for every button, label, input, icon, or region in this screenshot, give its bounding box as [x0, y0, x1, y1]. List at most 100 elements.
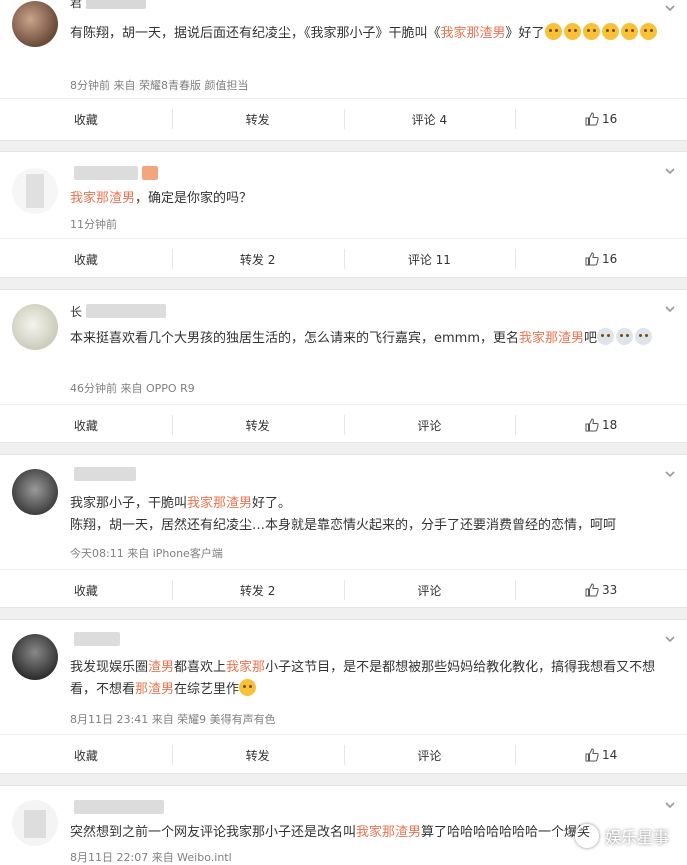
thumbs-up-icon	[585, 112, 599, 126]
comment-text: 我发现娱乐圈渣男都喜欢上我家那小子这节目，是不是都想被那些妈妈给教化教化，搞得我…	[70, 660, 656, 697]
emoji-icon	[616, 328, 634, 345]
hashtag-link[interactable]: 那渣男	[135, 682, 174, 697]
like-count: 16	[601, 112, 618, 126]
emoji-icon	[239, 679, 257, 696]
emoji-icon	[639, 23, 657, 40]
hashtag-link[interactable]: 我家那渣男	[187, 496, 252, 511]
thumbs-up-icon	[585, 252, 599, 266]
repost-button[interactable]: 转发	[171, 405, 344, 445]
comment-meta: 8月11日 22:07 来自 Weibo.intl	[70, 851, 232, 864]
emoji-icon	[544, 23, 562, 40]
comment-card: 长 本来挺喜欢看几个大男孩的独居生活的，怎么请来的飞行嘉宾，emmm，更名我家那…	[0, 289, 687, 443]
repost-button[interactable]: 转发 2	[171, 239, 344, 279]
comment-meta: 46分钟前 来自 OPPO R9	[70, 382, 195, 395]
collect-button[interactable]: 收藏	[0, 735, 172, 775]
user-name-text[interactable]: 长	[70, 303, 82, 320]
comment-text: 有陈翔，胡一天，据说后面还有纪凌尘，《我家那小子》干脆叫《我家那渣男》好了	[70, 23, 667, 45]
emoji-icon	[635, 328, 653, 345]
thumbs-up-icon	[585, 418, 599, 432]
repost-button[interactable]: 转发	[171, 99, 344, 139]
comment-meta: 11分钟前	[70, 218, 117, 231]
like-count: 33	[601, 583, 618, 597]
avatar[interactable]	[12, 469, 58, 515]
like-count: 14	[601, 748, 618, 762]
blurred-name	[74, 800, 164, 814]
emoji-icon	[601, 23, 619, 40]
avatar[interactable]	[12, 800, 58, 846]
hashtag-link[interactable]: 渣男	[148, 660, 174, 675]
comment-card: 我家那渣男，确定是你家的吗？ 11分钟前 收藏 转发 2 评论 11 16	[0, 151, 687, 278]
comment-button[interactable]: 评论 11	[343, 239, 516, 279]
comment-text: 我家那渣男，确定是你家的吗？	[70, 191, 253, 206]
user-name[interactable]	[70, 166, 158, 180]
avatar[interactable]	[12, 168, 58, 214]
comment-card: 君 有陈翔，胡一天，据说后面还有纪凌尘，《我家那小子》干脆叫《我家那渣男》好了 …	[0, 0, 687, 141]
repost-button[interactable]: 转发 2	[171, 570, 344, 610]
action-bar: 收藏 转发 2 评论 11 16	[0, 238, 687, 279]
comment-text: 本来挺喜欢看几个大男孩的独居生活的，怎么请来的飞行嘉宾，emmm，更名我家那渣男…	[70, 328, 667, 350]
watermark-text: 娱乐星事	[604, 828, 669, 847]
user-name[interactable]	[70, 467, 136, 481]
action-bar: 收藏 转发 评论 14	[0, 734, 687, 775]
comment-meta: 8月11日 23:41 来自 荣耀9 美得有声有色	[70, 713, 276, 726]
action-bar: 收藏 转发 2 评论 33	[0, 569, 687, 610]
collect-button[interactable]: 收藏	[0, 405, 172, 445]
like-button[interactable]: 14	[515, 735, 687, 775]
blurred-name	[74, 467, 136, 481]
user-name[interactable]	[70, 800, 164, 814]
hashtag-link[interactable]: 我家那渣男	[70, 191, 135, 206]
comment-text: 我家那小子，干脆叫我家那渣男好了。 陈翔，胡一天，居然还有纪凌尘…本身就是靠恋情…	[70, 496, 617, 533]
like-button[interactable]: 33	[515, 570, 687, 610]
user-name-text[interactable]: 君	[70, 0, 82, 11]
chevron-down-icon[interactable]	[665, 634, 675, 644]
like-button[interactable]: 16	[515, 239, 687, 279]
collect-button[interactable]: 收藏	[0, 570, 172, 610]
like-count: 16	[601, 252, 618, 266]
blurred-name	[74, 632, 120, 646]
comment-button[interactable]: 评论	[343, 405, 516, 445]
blurred-name	[74, 166, 138, 180]
chevron-down-icon[interactable]	[665, 800, 675, 810]
avatar[interactable]	[12, 1, 58, 47]
weibo-logo-icon	[574, 824, 599, 848]
user-name[interactable]	[70, 632, 120, 646]
chevron-down-icon[interactable]	[665, 469, 675, 479]
avatar[interactable]	[12, 634, 58, 680]
comment-meta: 8分钟前 来自 荣耀8青春版 颜值担当	[70, 79, 249, 92]
action-bar: 收藏 转发 评论 18	[0, 404, 687, 445]
action-bar: 收藏 转发 评论 4 16	[0, 98, 687, 139]
avatar[interactable]	[12, 304, 58, 350]
chevron-down-icon[interactable]	[665, 166, 675, 176]
like-count: 18	[601, 418, 618, 432]
comment-card: 我家那小子，干脆叫我家那渣男好了。 陈翔，胡一天，居然还有纪凌尘…本身就是靠恋情…	[0, 454, 687, 608]
thumbs-up-icon	[585, 748, 599, 762]
avatar-blur	[24, 810, 46, 838]
blurred-name	[86, 304, 167, 318]
comment-meta: 今天08:11 来自 iPhone客户端	[70, 547, 223, 560]
hashtag-link[interactable]: 我家那渣男	[519, 331, 584, 346]
avatar-blur	[26, 174, 44, 208]
repost-button[interactable]: 转发	[171, 735, 344, 775]
hashtag-link[interactable]: 我家那	[226, 660, 265, 675]
comment-button[interactable]: 评论	[343, 570, 516, 610]
comment-button[interactable]: 评论	[343, 735, 516, 775]
user-name[interactable]: 君	[70, 0, 147, 11]
collect-button[interactable]: 收藏	[0, 239, 172, 279]
comment-card: 我发现娱乐圈渣男都喜欢上我家那小子这节目，是不是都想被那些妈妈给教化教化，搞得我…	[0, 619, 687, 774]
comment-button[interactable]: 评论 4	[343, 99, 516, 139]
chevron-down-icon[interactable]	[665, 304, 675, 314]
like-button[interactable]: 18	[515, 405, 687, 445]
emoji-icon	[582, 23, 600, 40]
user-name[interactable]: 长	[70, 303, 167, 320]
chevron-down-icon[interactable]	[665, 3, 675, 13]
blurred-name	[86, 0, 147, 9]
emoji-icon	[620, 23, 638, 40]
emoji-icon	[597, 328, 615, 345]
like-button[interactable]: 16	[515, 99, 687, 139]
blurred-name	[142, 166, 158, 180]
emoji-icon	[563, 23, 581, 40]
watermark: 娱乐星事	[574, 824, 669, 848]
collect-button[interactable]: 收藏	[0, 99, 172, 139]
hashtag-link[interactable]: 我家那渣男	[441, 26, 506, 41]
hashtag-link[interactable]: 我家那渣男	[356, 825, 421, 840]
